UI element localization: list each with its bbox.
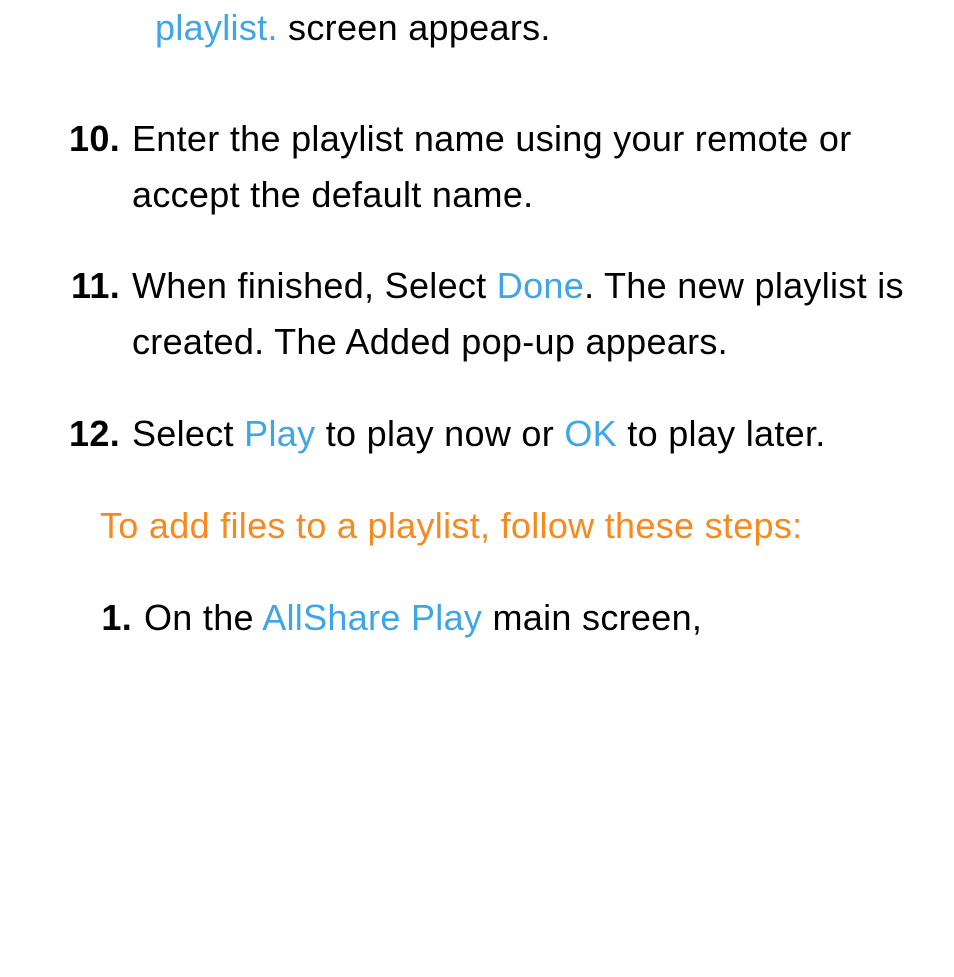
fragment-tail: screen appears. <box>278 7 551 48</box>
playlist-link[interactable]: playlist. <box>155 7 278 48</box>
step-number: 10. <box>60 111 132 223</box>
step-content: Select Play to play now or OK to play la… <box>132 406 914 462</box>
section-heading: To add files to a playlist, follow these… <box>60 498 914 554</box>
text: On the <box>144 597 262 638</box>
text: to play later. <box>617 413 826 454</box>
text: to play now or <box>315 413 564 454</box>
ok-link[interactable]: OK <box>564 413 617 454</box>
text: main screen, <box>482 597 702 638</box>
step-content: When finished, Select Done. The new play… <box>132 258 914 370</box>
step-number: 12. <box>60 406 132 462</box>
text: When finished, Select <box>132 265 497 306</box>
manual-page: playlist. screen appears. 10. Enter the … <box>0 0 954 645</box>
sub-steps: 1. On the AllShare Play main screen, <box>60 590 914 646</box>
play-link[interactable]: Play <box>244 413 315 454</box>
step-content: Enter the playlist name using your remot… <box>132 111 914 223</box>
substep-1: 1. On the AllShare Play main screen, <box>88 590 914 646</box>
allshare-play-link[interactable]: AllShare Play <box>262 597 482 638</box>
step-11: 11. When finished, Select Done. The new … <box>60 258 914 370</box>
text: Enter the playlist name using your remot… <box>132 118 852 215</box>
text: Select <box>132 413 244 454</box>
step-10: 10. Enter the playlist name using your r… <box>60 111 914 223</box>
done-link[interactable]: Done <box>497 265 584 306</box>
step-number: 1. <box>88 590 144 646</box>
step-number: 11. <box>60 258 132 370</box>
step-12: 12. Select Play to play now or OK to pla… <box>60 406 914 462</box>
step-content: On the AllShare Play main screen, <box>144 590 914 646</box>
prev-step-fragment: playlist. screen appears. <box>60 0 914 56</box>
